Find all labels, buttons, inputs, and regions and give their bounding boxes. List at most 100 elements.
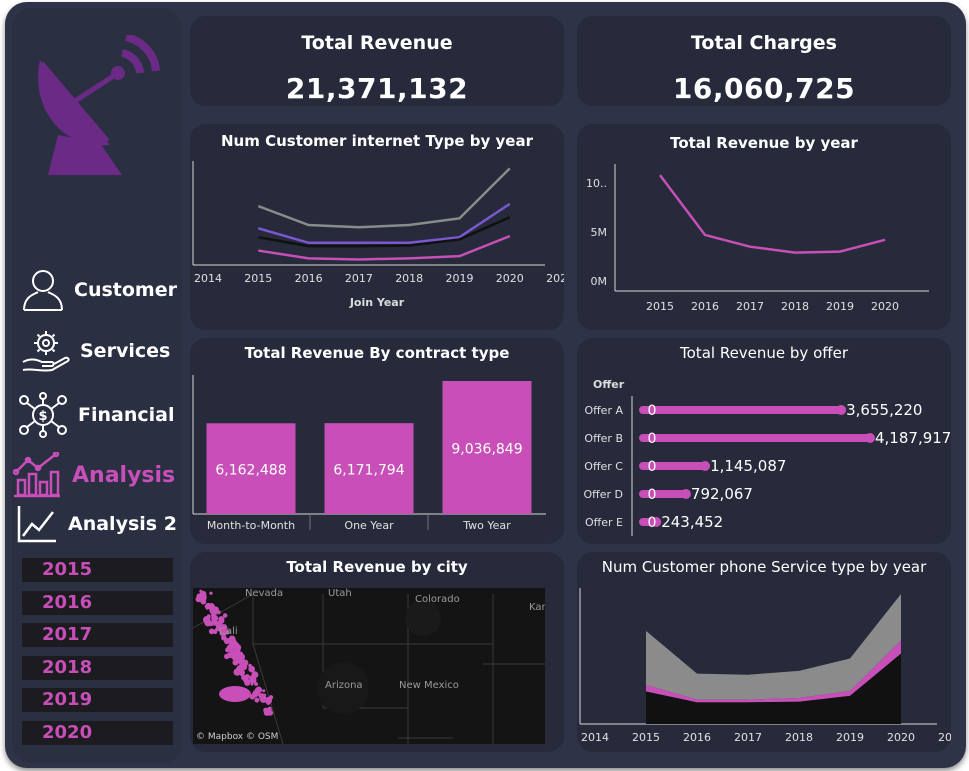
revenue-city-map[interactable]: Nevada Utah Colorado Kan Arizona New Mex…: [193, 588, 545, 744]
city-marker: [254, 687, 261, 694]
x-tick-label: 2019: [826, 300, 854, 313]
nav-analysis[interactable]: Analysis: [12, 452, 175, 498]
revenue-year-line: [659, 174, 886, 254]
city-marker: [267, 706, 272, 712]
city-marker: [258, 694, 263, 699]
year-filter-2015[interactable]: 2015: [22, 558, 173, 582]
user-icon: [23, 270, 63, 311]
revenue-by-year-line-chart: 10.. 5M 0M 2015 2016 2017 2018 2019 2020: [586, 164, 929, 313]
x-tick-label: 2017: [736, 300, 764, 313]
contract-category-label: One Year: [344, 519, 394, 532]
map-label-nevada: Nevada: [245, 588, 283, 599]
offer-bar-end: [680, 489, 691, 499]
city-marker: [244, 674, 250, 679]
map-title: Total Revenue by city: [286, 558, 468, 576]
city-marker: [262, 689, 266, 693]
city-marker: [251, 671, 259, 679]
x-tick-label: 2020: [871, 300, 899, 313]
internet-series-line-1: [257, 202, 511, 245]
nav-analysis-2[interactable]: Analysis 2: [16, 504, 177, 544]
year-filter-2018[interactable]: 2018: [22, 656, 173, 680]
city-map-card: Total Revenue by city Nevada Utah Colora…: [190, 552, 564, 752]
y-tick-label: 5M: [591, 226, 608, 239]
internet-type-chart-card: Num Customer internet Type by year 2014 2…: [190, 124, 564, 330]
kpi-charges-title: Total Charges: [691, 32, 837, 54]
x-tick-label: 2017: [734, 731, 762, 744]
city-marker: [203, 616, 211, 624]
offer-start-label: 0: [648, 431, 657, 447]
year-filter-2017[interactable]: 2017: [22, 623, 173, 647]
x-tick-label: 2014: [194, 272, 222, 285]
x-tick-label: 2015: [632, 731, 660, 744]
contract-bar-value: 6,162,488: [215, 463, 286, 479]
nav-analysis-2-label: Analysis 2: [68, 513, 177, 535]
map-label-arizona: Arizona: [325, 680, 363, 691]
contract-bar-value: 9,036,849: [451, 442, 522, 458]
x-tick-label: 2020: [887, 731, 915, 744]
nav-analysis-label: Analysis: [72, 462, 176, 488]
contract-type-chart-card: Total Revenue By contract type 6,162,488…: [190, 338, 564, 544]
x-tick-label: 2018: [781, 300, 809, 313]
x-tick-label: 2019: [446, 272, 474, 285]
offer-category-label: Offer E: [585, 516, 623, 529]
city-marker: [234, 644, 242, 652]
x-tick-label: 2021: [938, 731, 951, 744]
map-label-california: Cali: [219, 626, 238, 637]
city-marker: [225, 647, 231, 653]
internet-chart-xlabel: Join Year: [349, 296, 405, 309]
offer-value-label: 243,452: [661, 513, 723, 531]
offer-value-label: 1,145,087: [710, 457, 786, 475]
offer-category-label: Offer C: [584, 460, 623, 473]
city-marker: [238, 651, 244, 657]
city-marker: [254, 697, 260, 703]
map-label-utah: Utah: [328, 588, 352, 599]
money-network-icon: $: [19, 392, 67, 438]
offer-start-label: 0: [648, 515, 657, 531]
kpi-charges-value: 16,060,725: [672, 72, 856, 105]
offer-value-label: 3,655,220: [846, 401, 922, 419]
phone-service-chart-card: Num Customer phone Service type by year …: [577, 552, 951, 752]
city-marker: [206, 605, 210, 610]
revenue-by-year-chart-card: Total Revenue by year 10.. 5M 0M 2015 2016 20…: [577, 124, 951, 330]
offer-bar-end: [865, 433, 875, 443]
year-filter-2020[interactable]: 2020: [22, 721, 173, 745]
nav-financial[interactable]: $ Financial: [18, 392, 174, 438]
x-tick-label: 2017: [345, 272, 373, 285]
offer-category-label: Offer D: [584, 488, 624, 501]
nav-customer[interactable]: Customer: [20, 268, 177, 312]
x-tick-label: 2018: [785, 731, 813, 744]
city-cluster: [219, 686, 251, 702]
city-marker: [244, 678, 251, 686]
city-marker: [239, 657, 245, 663]
satellite-dish-icon: [38, 35, 160, 175]
y-tick-label: 10..: [586, 177, 607, 190]
phone-service-area-chart: 2014 2015 2016 2017 2018 2019 2020 2021: [579, 588, 951, 744]
x-tick-label: 2015: [244, 272, 272, 285]
offer-value-label: 792,067: [691, 485, 753, 503]
city-marker: [268, 695, 274, 700]
contract-category-label: Month-to-Month: [207, 519, 295, 532]
year-filter-2016[interactable]: 2016: [22, 591, 173, 615]
city-marker: [233, 653, 237, 657]
offer-chart-card: Total Revenue by offer Offer Offer A 0 3,6…: [577, 338, 951, 544]
contract-bar-value: 6,171,794: [333, 463, 404, 479]
map-label-colorado: Colorado: [415, 594, 460, 605]
city-marker: [211, 619, 217, 625]
nav-services-label: Services: [80, 340, 171, 362]
x-tick-label: 2016: [295, 272, 323, 285]
x-tick-label: 2018: [395, 272, 423, 285]
kpi-total-charges: Total Charges 16,060,725: [577, 16, 951, 106]
offer-start-label: 0: [648, 459, 657, 475]
offer-bar-end: [700, 461, 711, 471]
year-filter-2019[interactable]: 2019: [22, 688, 173, 712]
svg-text:$: $: [38, 409, 47, 424]
offer-bar-end: [836, 405, 847, 415]
x-tick-label: 2016: [683, 731, 711, 744]
city-marker: [248, 663, 252, 668]
nav-services[interactable]: Services: [20, 328, 170, 374]
city-marker: [223, 637, 231, 645]
x-tick-label: 2021: [546, 272, 564, 285]
nav-financial-label: Financial: [78, 404, 175, 426]
bar-chart-trend-icon: [12, 452, 60, 498]
city-marker: [226, 652, 234, 659]
